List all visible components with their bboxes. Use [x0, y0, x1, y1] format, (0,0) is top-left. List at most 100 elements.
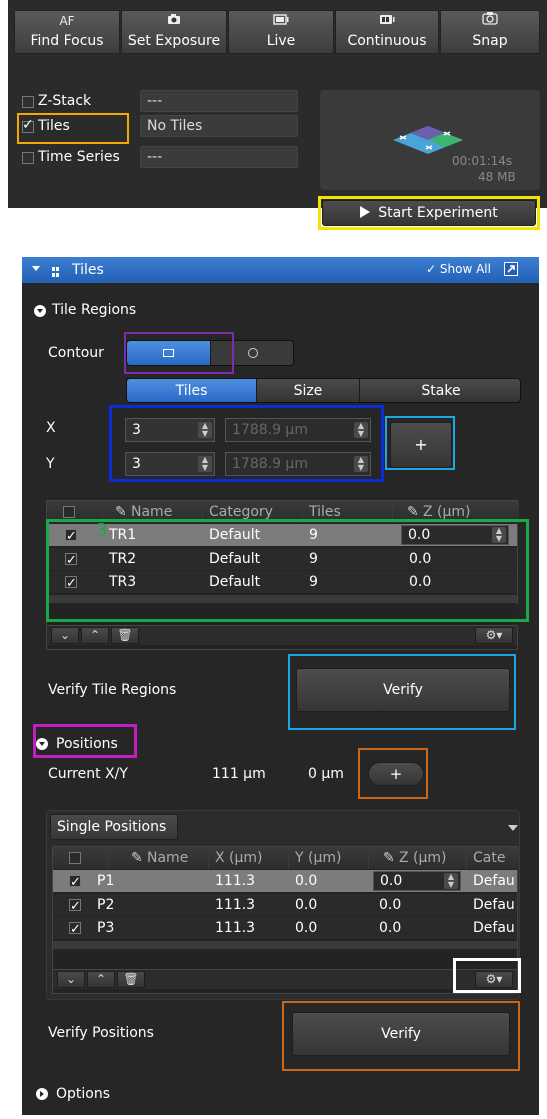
horizontal-scrollbar[interactable]	[53, 941, 517, 949]
spinner-arrows-icon[interactable]: ▲ ▼	[354, 456, 368, 472]
row-checkbox[interactable]	[69, 896, 81, 918]
row-name: TR2	[109, 551, 137, 567]
row-name: P1	[97, 873, 115, 889]
verify-positions-button[interactable]: Verify	[292, 1012, 510, 1056]
play-icon	[360, 206, 371, 218]
x-size-field[interactable]: 1788.9 µm ▲ ▼	[225, 418, 371, 442]
row-z-field[interactable]: 0.0 ▲ ▼	[401, 525, 509, 545]
snap-label: Snap	[472, 33, 508, 49]
collapse-arrow-icon[interactable]	[32, 266, 40, 271]
row-y: 0.0	[295, 897, 318, 913]
table-empty-area	[103, 605, 519, 625]
camera-icon	[122, 11, 226, 31]
category-column-header[interactable]: Cate	[467, 847, 519, 869]
table-row[interactable]: TR1 Default 9 0.0 ▲▼	[47, 524, 517, 548]
spinner-arrows-icon[interactable]: ▲ ▼	[198, 456, 212, 472]
table-row[interactable]: P1 111.3 0.0 0.0 ▲▼ Defau	[53, 870, 517, 894]
y-size-value: 1788.9 µm	[232, 456, 308, 472]
row-tiles: 9	[309, 551, 318, 567]
table-row[interactable]: TR3 Default 9 0.0	[47, 571, 517, 595]
y-count-spinner[interactable]: 3 ▲ ▼	[125, 452, 215, 476]
row-checkbox[interactable]	[69, 872, 81, 894]
positions-table: ✎Name X (µm) Y (µm) ✎Z (µm) Cate P1 111.…	[52, 846, 519, 994]
settings-gear-icon[interactable]: ⚙▾	[475, 971, 513, 988]
add-tile-region-button[interactable]: +	[390, 422, 452, 468]
select-all-header[interactable]	[47, 501, 103, 523]
dropdown-arrow-icon[interactable]	[508, 825, 518, 831]
move-down-button[interactable]: ⌄	[51, 627, 79, 644]
row-checkbox[interactable]	[69, 919, 81, 941]
timeseries-checkbox[interactable]	[22, 152, 34, 164]
add-position-button[interactable]: +	[368, 762, 424, 786]
start-experiment-label: Start Experiment	[378, 205, 498, 221]
select-all-header[interactable]	[53, 847, 109, 869]
name-column-header[interactable]: ✎ Name	[103, 501, 203, 523]
y-size-field[interactable]: 1788.9 µm ▲ ▼	[225, 452, 371, 476]
horizontal-scrollbar[interactable]	[47, 595, 517, 603]
tile-regions-title: Tile Regions	[52, 302, 137, 318]
pencil-icon: ✎	[115, 504, 127, 520]
tiles-checkbox[interactable]	[22, 117, 34, 133]
move-down-button[interactable]: ⌄	[57, 971, 85, 988]
contour-selector	[126, 340, 294, 366]
move-up-button[interactable]: ⌃	[87, 971, 115, 988]
y-column-header[interactable]: Y (µm)	[289, 847, 369, 869]
continuous-label: Continuous	[347, 33, 427, 49]
live-icon	[229, 11, 333, 31]
zstack-checkbox[interactable]	[22, 96, 34, 108]
row-checkbox[interactable]	[65, 573, 77, 595]
category-column-header[interactable]: Category	[203, 501, 303, 523]
tab-size[interactable]: Size	[257, 379, 360, 402]
contour-rectangle-option[interactable]	[127, 341, 211, 365]
pencil-icon: ✎	[407, 504, 419, 520]
delete-trash-icon[interactable]: 🗑	[117, 971, 145, 988]
row-checkbox[interactable]	[65, 550, 77, 572]
move-up-button[interactable]: ⌃	[81, 627, 109, 644]
row-tiles: 9	[309, 574, 318, 590]
set-exposure-button[interactable]: Set Exposure	[121, 10, 227, 54]
options-expand-icon[interactable]	[36, 1088, 48, 1100]
table-row[interactable]: P3 111.3 0.0 0.0 Defau	[53, 917, 517, 941]
snap-button[interactable]: Snap	[440, 10, 540, 54]
z-column-header[interactable]: ✎ Z (µm)	[393, 501, 519, 523]
spinner-arrows-icon[interactable]: ▲ ▼	[492, 527, 506, 543]
tab-single-positions[interactable]: Single Positions	[50, 814, 178, 840]
row-name: P3	[97, 920, 115, 936]
live-label: Live	[266, 33, 296, 49]
circle-icon	[248, 348, 258, 358]
select-all-checkbox[interactable]	[63, 506, 75, 518]
verify-positions-label: Verify Positions	[48, 1025, 154, 1041]
spinner-arrows-icon[interactable]: ▲ ▼	[444, 873, 458, 889]
continuous-button[interactable]: Continuous	[335, 10, 439, 54]
row-x: 111.3	[215, 873, 256, 889]
x-column-header[interactable]: X (µm)	[209, 847, 289, 869]
show-all-toggle[interactable]: ✓ Show All	[426, 262, 491, 276]
name-column-header[interactable]: ✎ Name	[109, 847, 209, 869]
spinner-arrows-icon[interactable]: ▲ ▼	[198, 422, 212, 438]
start-experiment-button[interactable]: Start Experiment	[322, 200, 536, 226]
contour-circle-option[interactable]	[211, 341, 293, 365]
row-y: 0.0	[295, 873, 318, 889]
row-z-field[interactable]: 0.0 ▲ ▼	[373, 871, 461, 891]
row-z: 0.0	[379, 897, 402, 913]
verify-tile-regions-button[interactable]: Verify	[296, 668, 510, 712]
z-column-header[interactable]: ✎ Z (µm)	[369, 847, 467, 869]
table-row[interactable]: TR2 Default 9 0.0	[47, 548, 517, 572]
delete-trash-icon[interactable]: 🗑	[111, 627, 139, 644]
row-z: 0.0	[409, 551, 432, 567]
tiles-label: Tiles	[38, 118, 70, 134]
positions-expand-icon[interactable]	[36, 738, 48, 750]
tab-stake[interactable]: Stake	[360, 379, 520, 402]
tiles-column-header[interactable]: Tiles	[303, 501, 393, 523]
settings-gear-icon[interactable]: ⚙▾	[475, 627, 513, 644]
tile-regions-expand-icon[interactable]	[34, 305, 46, 317]
tab-tiles[interactable]: Tiles	[127, 379, 257, 402]
spinner-arrows-icon[interactable]: ▲ ▼	[354, 422, 368, 438]
select-all-checkbox[interactable]	[69, 852, 81, 864]
live-button[interactable]: Live	[228, 10, 334, 54]
table-row[interactable]: P2 111.3 0.0 0.0 Defau	[53, 894, 517, 918]
x-count-spinner[interactable]: 3 ▲ ▼	[125, 418, 215, 442]
pop-out-icon[interactable]	[504, 262, 518, 276]
find-focus-button[interactable]: AF Find Focus	[14, 10, 120, 54]
row-checkbox[interactable]	[65, 526, 77, 548]
